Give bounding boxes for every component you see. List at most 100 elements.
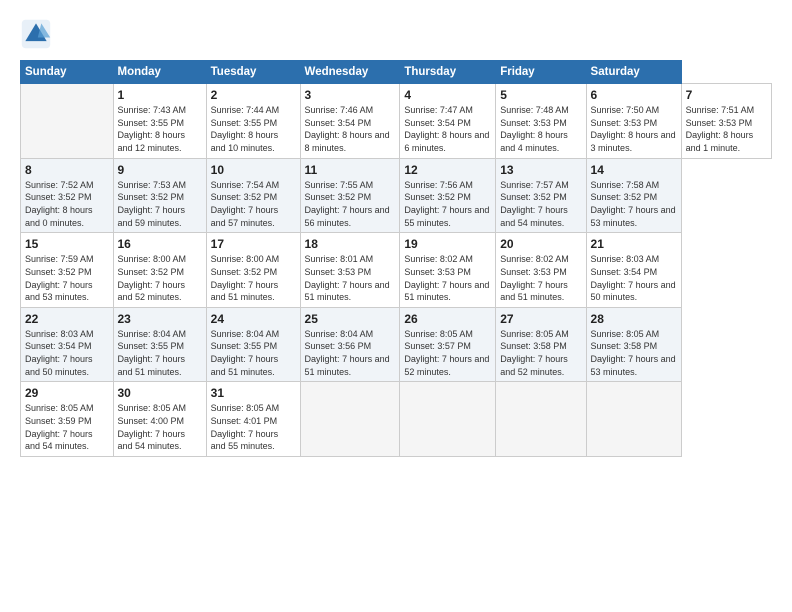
day-number: 16 bbox=[118, 236, 202, 252]
calendar-cell bbox=[400, 382, 496, 457]
day-info: Sunrise: 8:03 AMSunset: 3:54 PMDaylight:… bbox=[25, 328, 109, 378]
calendar-col-tuesday: Tuesday bbox=[206, 61, 300, 84]
calendar-cell: 30Sunrise: 8:05 AMSunset: 4:00 PMDayligh… bbox=[113, 382, 206, 457]
day-info: Sunrise: 8:05 AMSunset: 3:57 PMDaylight:… bbox=[404, 328, 491, 378]
day-number: 22 bbox=[25, 311, 109, 327]
day-info: Sunrise: 7:59 AMSunset: 3:52 PMDaylight:… bbox=[25, 253, 109, 303]
day-number: 23 bbox=[118, 311, 202, 327]
day-info: Sunrise: 8:02 AMSunset: 3:53 PMDaylight:… bbox=[404, 253, 491, 303]
day-info: Sunrise: 7:51 AMSunset: 3:53 PMDaylight:… bbox=[686, 104, 767, 154]
day-number: 26 bbox=[404, 311, 491, 327]
day-info: Sunrise: 8:05 AMSunset: 3:58 PMDaylight:… bbox=[500, 328, 581, 378]
day-info: Sunrise: 7:43 AMSunset: 3:55 PMDaylight:… bbox=[118, 104, 202, 154]
calendar-col-wednesday: Wednesday bbox=[300, 61, 400, 84]
day-number: 24 bbox=[211, 311, 296, 327]
day-number: 28 bbox=[591, 311, 677, 327]
calendar-week-row: 29Sunrise: 8:05 AMSunset: 3:59 PMDayligh… bbox=[21, 382, 772, 457]
calendar-cell: 22Sunrise: 8:03 AMSunset: 3:54 PMDayligh… bbox=[21, 307, 114, 382]
day-number: 19 bbox=[404, 236, 491, 252]
calendar-cell bbox=[496, 382, 586, 457]
day-number: 29 bbox=[25, 385, 109, 401]
day-number: 25 bbox=[305, 311, 396, 327]
day-info: Sunrise: 8:01 AMSunset: 3:53 PMDaylight:… bbox=[305, 253, 396, 303]
calendar-cell: 17Sunrise: 8:00 AMSunset: 3:52 PMDayligh… bbox=[206, 233, 300, 308]
calendar-cell bbox=[300, 382, 400, 457]
calendar-cell: 11Sunrise: 7:55 AMSunset: 3:52 PMDayligh… bbox=[300, 158, 400, 233]
day-info: Sunrise: 8:05 AMSunset: 4:00 PMDaylight:… bbox=[118, 402, 202, 452]
calendar-cell: 31Sunrise: 8:05 AMSunset: 4:01 PMDayligh… bbox=[206, 382, 300, 457]
calendar-col-friday: Friday bbox=[496, 61, 586, 84]
day-number: 13 bbox=[500, 162, 581, 178]
calendar-cell: 16Sunrise: 8:00 AMSunset: 3:52 PMDayligh… bbox=[113, 233, 206, 308]
calendar-cell: 20Sunrise: 8:02 AMSunset: 3:53 PMDayligh… bbox=[496, 233, 586, 308]
day-info: Sunrise: 7:46 AMSunset: 3:54 PMDaylight:… bbox=[305, 104, 396, 154]
day-number: 20 bbox=[500, 236, 581, 252]
day-number: 27 bbox=[500, 311, 581, 327]
calendar-cell: 10Sunrise: 7:54 AMSunset: 3:52 PMDayligh… bbox=[206, 158, 300, 233]
day-number: 8 bbox=[25, 162, 109, 178]
day-number: 30 bbox=[118, 385, 202, 401]
day-info: Sunrise: 8:03 AMSunset: 3:54 PMDaylight:… bbox=[591, 253, 677, 303]
day-number: 14 bbox=[591, 162, 677, 178]
day-info: Sunrise: 8:00 AMSunset: 3:52 PMDaylight:… bbox=[118, 253, 202, 303]
day-info: Sunrise: 8:00 AMSunset: 3:52 PMDaylight:… bbox=[211, 253, 296, 303]
day-number: 3 bbox=[305, 87, 396, 103]
calendar-cell: 19Sunrise: 8:02 AMSunset: 3:53 PMDayligh… bbox=[400, 233, 496, 308]
day-number: 21 bbox=[591, 236, 677, 252]
day-number: 17 bbox=[211, 236, 296, 252]
logo bbox=[20, 18, 56, 50]
calendar-cell: 1Sunrise: 7:43 AMSunset: 3:55 PMDaylight… bbox=[113, 84, 206, 159]
calendar-col-saturday: Saturday bbox=[586, 61, 681, 84]
calendar-cell: 27Sunrise: 8:05 AMSunset: 3:58 PMDayligh… bbox=[496, 307, 586, 382]
day-info: Sunrise: 7:53 AMSunset: 3:52 PMDaylight:… bbox=[118, 179, 202, 229]
calendar-cell: 5Sunrise: 7:48 AMSunset: 3:53 PMDaylight… bbox=[496, 84, 586, 159]
day-info: Sunrise: 8:04 AMSunset: 3:56 PMDaylight:… bbox=[305, 328, 396, 378]
calendar-cell: 21Sunrise: 8:03 AMSunset: 3:54 PMDayligh… bbox=[586, 233, 681, 308]
day-number: 7 bbox=[686, 87, 767, 103]
day-number: 10 bbox=[211, 162, 296, 178]
day-number: 9 bbox=[118, 162, 202, 178]
calendar-col-monday: Monday bbox=[113, 61, 206, 84]
day-info: Sunrise: 8:05 AMSunset: 4:01 PMDaylight:… bbox=[211, 402, 296, 452]
calendar-week-row: 8Sunrise: 7:52 AMSunset: 3:52 PMDaylight… bbox=[21, 158, 772, 233]
day-info: Sunrise: 8:04 AMSunset: 3:55 PMDaylight:… bbox=[118, 328, 202, 378]
calendar-cell bbox=[21, 84, 114, 159]
day-info: Sunrise: 8:05 AMSunset: 3:58 PMDaylight:… bbox=[591, 328, 677, 378]
calendar-cell: 18Sunrise: 8:01 AMSunset: 3:53 PMDayligh… bbox=[300, 233, 400, 308]
day-number: 12 bbox=[404, 162, 491, 178]
calendar-cell: 7Sunrise: 7:51 AMSunset: 3:53 PMDaylight… bbox=[681, 84, 771, 159]
calendar-cell: 23Sunrise: 8:04 AMSunset: 3:55 PMDayligh… bbox=[113, 307, 206, 382]
calendar-week-row: 1Sunrise: 7:43 AMSunset: 3:55 PMDaylight… bbox=[21, 84, 772, 159]
page: SundayMondayTuesdayWednesdayThursdayFrid… bbox=[0, 0, 792, 612]
day-info: Sunrise: 7:50 AMSunset: 3:53 PMDaylight:… bbox=[591, 104, 677, 154]
day-info: Sunrise: 7:57 AMSunset: 3:52 PMDaylight:… bbox=[500, 179, 581, 229]
calendar-cell: 28Sunrise: 8:05 AMSunset: 3:58 PMDayligh… bbox=[586, 307, 681, 382]
day-number: 18 bbox=[305, 236, 396, 252]
calendar-cell: 2Sunrise: 7:44 AMSunset: 3:55 PMDaylight… bbox=[206, 84, 300, 159]
calendar-cell bbox=[586, 382, 681, 457]
day-number: 5 bbox=[500, 87, 581, 103]
header bbox=[20, 18, 772, 50]
day-info: Sunrise: 7:55 AMSunset: 3:52 PMDaylight:… bbox=[305, 179, 396, 229]
day-number: 6 bbox=[591, 87, 677, 103]
calendar-table: SundayMondayTuesdayWednesdayThursdayFrid… bbox=[20, 60, 772, 457]
calendar-cell: 29Sunrise: 8:05 AMSunset: 3:59 PMDayligh… bbox=[21, 382, 114, 457]
calendar-cell: 25Sunrise: 8:04 AMSunset: 3:56 PMDayligh… bbox=[300, 307, 400, 382]
day-number: 2 bbox=[211, 87, 296, 103]
calendar-header-row: SundayMondayTuesdayWednesdayThursdayFrid… bbox=[21, 61, 772, 84]
day-info: Sunrise: 7:54 AMSunset: 3:52 PMDaylight:… bbox=[211, 179, 296, 229]
day-info: Sunrise: 7:48 AMSunset: 3:53 PMDaylight:… bbox=[500, 104, 581, 154]
day-info: Sunrise: 7:56 AMSunset: 3:52 PMDaylight:… bbox=[404, 179, 491, 229]
calendar-cell: 4Sunrise: 7:47 AMSunset: 3:54 PMDaylight… bbox=[400, 84, 496, 159]
day-info: Sunrise: 7:44 AMSunset: 3:55 PMDaylight:… bbox=[211, 104, 296, 154]
day-info: Sunrise: 8:02 AMSunset: 3:53 PMDaylight:… bbox=[500, 253, 581, 303]
calendar-cell: 14Sunrise: 7:58 AMSunset: 3:52 PMDayligh… bbox=[586, 158, 681, 233]
day-info: Sunrise: 8:05 AMSunset: 3:59 PMDaylight:… bbox=[25, 402, 109, 452]
calendar-cell: 6Sunrise: 7:50 AMSunset: 3:53 PMDaylight… bbox=[586, 84, 681, 159]
day-number: 11 bbox=[305, 162, 396, 178]
calendar-cell: 12Sunrise: 7:56 AMSunset: 3:52 PMDayligh… bbox=[400, 158, 496, 233]
calendar-cell: 8Sunrise: 7:52 AMSunset: 3:52 PMDaylight… bbox=[21, 158, 114, 233]
calendar-col-sunday: Sunday bbox=[21, 61, 114, 84]
calendar-cell: 3Sunrise: 7:46 AMSunset: 3:54 PMDaylight… bbox=[300, 84, 400, 159]
calendar-cell: 13Sunrise: 7:57 AMSunset: 3:52 PMDayligh… bbox=[496, 158, 586, 233]
